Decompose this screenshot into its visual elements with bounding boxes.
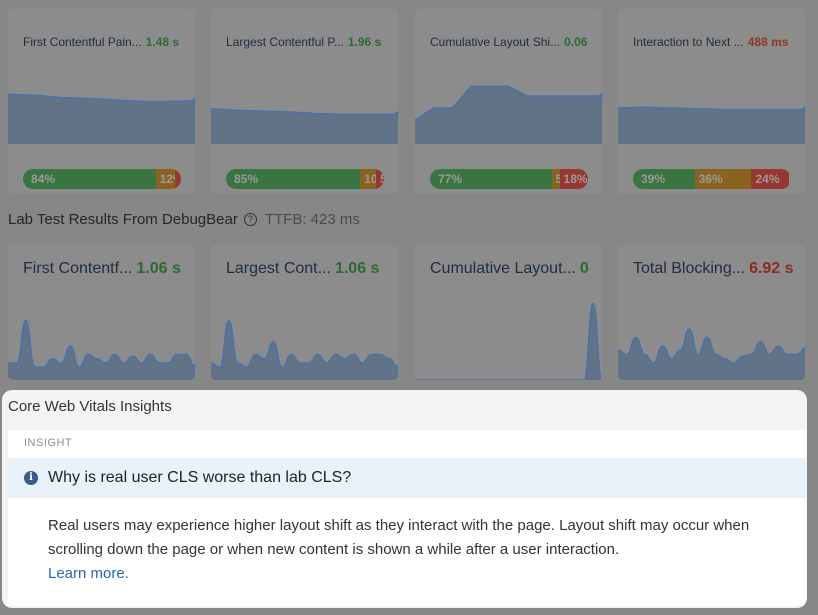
- metric-value: 6.92 s: [749, 260, 794, 277]
- metric-value: 0: [579, 260, 589, 277]
- metric-title: Cumulative Layout Shi... 0.06: [430, 35, 587, 49]
- distribution-good: 39%: [633, 169, 695, 189]
- field-metric-card[interactable]: First Contentful Pain...1.48 s 84%12%: [8, 9, 195, 194]
- distribution-bar: 77%5%18%: [430, 169, 588, 189]
- metric-name: Largest Cont...: [226, 260, 331, 277]
- chart-area: [618, 107, 805, 144]
- lab-metric-card[interactable]: Cumulative Layout... 0: [415, 245, 602, 380]
- metric-value: 488 ms: [747, 35, 789, 49]
- distribution-good: 84%: [23, 169, 156, 189]
- metric-title: Largest Contentful P... 1.96 s: [226, 35, 381, 49]
- metric-title: Largest Cont... 1.06 s: [226, 260, 379, 278]
- distribution-bar: 85%10%5%: [226, 169, 384, 189]
- insight-card: INSIGHT i Why is real user CLS worse tha…: [8, 430, 806, 606]
- metric-title: First Contentf... 1.06 s: [23, 260, 181, 278]
- ttfb-value: TTFB: 423 ms: [264, 211, 360, 228]
- insight-label: INSIGHT: [24, 437, 73, 449]
- field-metric-card[interactable]: Cumulative Layout Shi...0.06 77%5%18%: [415, 9, 602, 194]
- insight-body: Real users may experience higher layout …: [48, 514, 778, 586]
- metric-title: Total Blocking... 6.92 s: [633, 260, 794, 278]
- distribution-bar: 39% 36% 24%: [633, 169, 791, 189]
- metric-title: Interaction to Next ... 488 ms: [633, 35, 788, 49]
- lab-section-title: Lab Test Results From DebugBear: [8, 211, 238, 228]
- field-metric-card[interactable]: Largest Contentful P...1.96 s 85%10%5%: [211, 9, 398, 194]
- field-metric-chart: [211, 64, 398, 149]
- help-icon[interactable]: ?: [243, 213, 257, 226]
- chart-area: [415, 86, 602, 144]
- chart-area: [415, 303, 602, 380]
- distribution-good: 85%: [226, 169, 361, 189]
- metric-name: Total Blocking...: [633, 260, 746, 277]
- metric-title: Cumulative Layout... 0: [430, 260, 589, 278]
- insight-question-row[interactable]: i Why is real user CLS worse than lab CL…: [8, 458, 806, 498]
- chart-area: [8, 320, 195, 380]
- metric-value: 1.48 s: [145, 35, 180, 49]
- metric-name: Cumulative Layout...: [430, 260, 576, 277]
- info-icon: i: [24, 471, 38, 485]
- insight-question: Why is real user CLS worse than lab CLS?: [48, 469, 352, 486]
- distribution-ni: 5%: [551, 169, 560, 189]
- metric-name: Cumulative Layout Shi...: [430, 35, 561, 49]
- learn-more-link[interactable]: Learn more.: [48, 562, 778, 586]
- core-web-vitals-insights-panel: Core Web Vitals Insights INSIGHT i Why i…: [2, 390, 807, 608]
- distribution-bar: 84%12%: [23, 169, 181, 189]
- insight-text: Real users may experience higher layout …: [48, 517, 750, 558]
- lab-metric-card[interactable]: First Contentf... 1.06 s: [8, 245, 195, 380]
- metric-value: 1.06 s: [136, 260, 181, 277]
- lab-metric-chart: [8, 295, 195, 380]
- field-metric-chart: [415, 64, 602, 149]
- distribution-poor: [174, 169, 181, 189]
- insights-header: Core Web Vitals Insights: [8, 398, 172, 415]
- metric-name: First Contentf...: [23, 260, 133, 277]
- lab-metric-chart: [618, 295, 805, 380]
- lab-metric-chart: [415, 295, 602, 380]
- chart-area: [211, 320, 398, 380]
- metric-name: First Contentful Pain...: [23, 35, 142, 49]
- metric-name: Interaction to Next ...: [633, 35, 744, 49]
- chart-line: [8, 319, 195, 369]
- distribution-good: 77%: [430, 169, 552, 189]
- metric-value: 1.06 s: [334, 260, 380, 277]
- metric-value: 1.96 s: [347, 35, 382, 49]
- field-metric-card[interactable]: Interaction to Next ... 488 ms 39% 36% 24%: [618, 9, 805, 194]
- metric-title: First Contentful Pain... 1.48 s: [23, 35, 179, 49]
- chart-line: [415, 302, 602, 380]
- lab-metric-chart: [211, 295, 398, 380]
- lab-metric-card[interactable]: Largest Cont... 1.06 s: [211, 245, 398, 380]
- field-metric-chart: [8, 64, 195, 149]
- field-metric-chart: [618, 64, 805, 149]
- lab-section-header: Lab Test Results From DebugBear ? TTFB: …: [8, 211, 360, 228]
- metric-value: 0.06: [564, 35, 588, 49]
- distribution-ni: 36%: [694, 169, 752, 189]
- metric-name: Largest Contentful P...: [226, 35, 344, 49]
- lab-metric-card[interactable]: Total Blocking... 6.92 s: [618, 245, 805, 380]
- distribution-poor: 5%: [376, 169, 384, 189]
- distribution-poor: 24%: [751, 169, 790, 189]
- distribution-poor: 18%: [559, 169, 588, 189]
- distribution-ni: 12%: [155, 169, 175, 189]
- distribution-ni: 10%: [360, 169, 377, 189]
